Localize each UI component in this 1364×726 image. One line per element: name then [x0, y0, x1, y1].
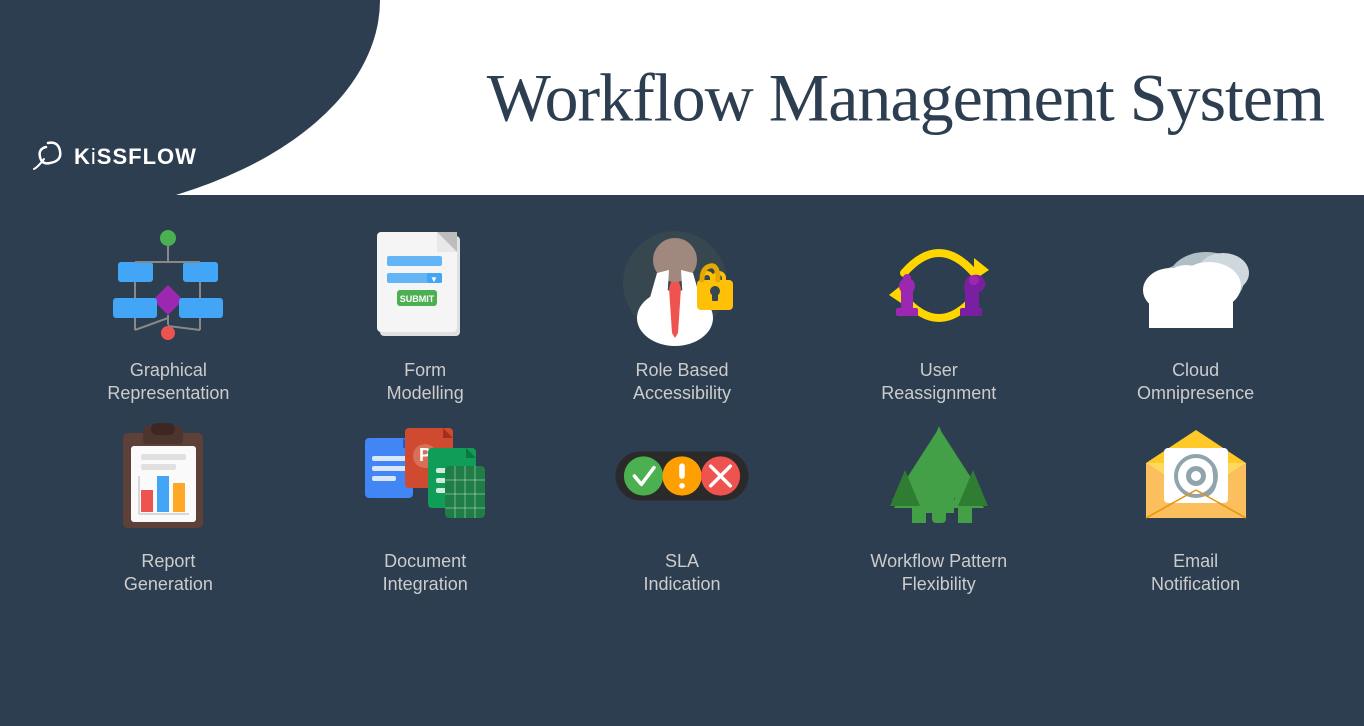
form-modelling-label: FormModelling: [387, 359, 464, 406]
feature-graphical-representation: GraphicalRepresentation: [58, 225, 278, 406]
feature-form-modelling: SUBMIT ▼ FormModelling: [315, 225, 535, 406]
logo-icon: [30, 139, 66, 175]
feature-document-integration: P DocumentInt: [315, 416, 535, 597]
email-notification-label: EmailNotification: [1151, 550, 1240, 597]
cloud-omnipresence-label: CloudOmnipresence: [1137, 359, 1254, 406]
feature-user-reassignment: UserReassignment: [829, 225, 1049, 406]
document-integration-icon: P: [365, 416, 485, 536]
user-reassignment-label: UserReassignment: [881, 359, 996, 406]
feature-cloud-omnipresence: CloudOmnipresence: [1086, 225, 1306, 406]
report-generation-icon: [108, 416, 228, 536]
feature-sla-indication: SLAIndication: [572, 416, 792, 597]
feature-role-based: Role BasedAccessibility: [572, 225, 792, 406]
logo-text: KiSSFLOW: [74, 144, 197, 170]
document-integration-label: DocumentIntegration: [383, 550, 468, 597]
page-title: Workflow Management System: [487, 58, 1324, 137]
workflow-pattern-label: Workflow PatternFlexibility: [870, 550, 1007, 597]
logo-area: KiSSFLOW: [30, 139, 197, 175]
workflow-pattern-icon: [879, 416, 999, 536]
svg-text:▼: ▼: [430, 275, 438, 284]
feature-email-notification: EmailNotification: [1086, 416, 1306, 597]
features-row-2: ReportGeneration P: [20, 416, 1344, 597]
svg-text:SUBMIT: SUBMIT: [400, 294, 435, 304]
user-reassignment-icon: [879, 225, 999, 345]
email-notification-icon: [1136, 416, 1256, 536]
main-content: GraphicalRepresentation SU: [0, 195, 1364, 627]
graphical-representation-icon: [108, 225, 228, 345]
role-based-label: Role BasedAccessibility: [633, 359, 731, 406]
sla-indication-label: SLAIndication: [643, 550, 720, 597]
role-based-icon: [622, 225, 742, 345]
feature-workflow-pattern: Workflow PatternFlexibility: [829, 416, 1049, 597]
report-generation-label: ReportGeneration: [124, 550, 213, 597]
graphical-representation-label: GraphicalRepresentation: [107, 359, 229, 406]
feature-report-generation: ReportGeneration: [58, 416, 278, 597]
cloud-omnipresence-icon: [1136, 225, 1256, 345]
features-row-1: GraphicalRepresentation SU: [20, 225, 1344, 406]
form-modelling-icon: SUBMIT ▼: [365, 225, 485, 345]
header: KiSSFLOW Workflow Management System: [0, 0, 1364, 195]
sla-indication-icon: [622, 416, 742, 536]
